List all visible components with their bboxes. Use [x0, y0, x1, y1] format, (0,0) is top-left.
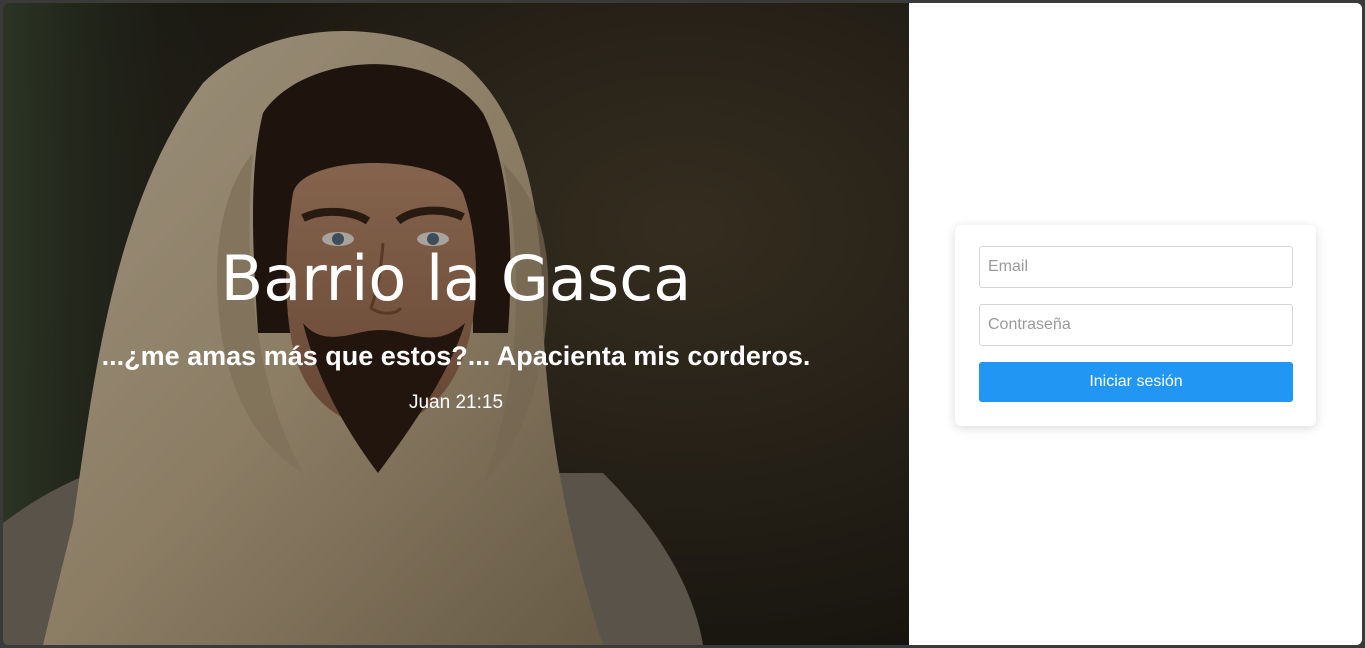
password-field[interactable] [979, 304, 1293, 346]
hero-dark-overlay [3, 3, 909, 645]
login-button[interactable]: Iniciar sesión [979, 362, 1293, 402]
login-panel: Iniciar sesión [909, 3, 1362, 645]
hero-section: Barrio la Gasca ...¿me amas más que esto… [3, 3, 909, 645]
scripture-reference: Juan 21:15 [408, 392, 504, 413]
email-field[interactable] [979, 246, 1293, 288]
login-card: Iniciar sesión [955, 225, 1316, 426]
scripture-quote: ...¿me amas más que estos?... Apacienta … [101, 341, 811, 371]
app-window: Barrio la Gasca ...¿me amas más que esto… [3, 3, 1362, 645]
site-title: Barrio la Gasca [220, 242, 692, 315]
